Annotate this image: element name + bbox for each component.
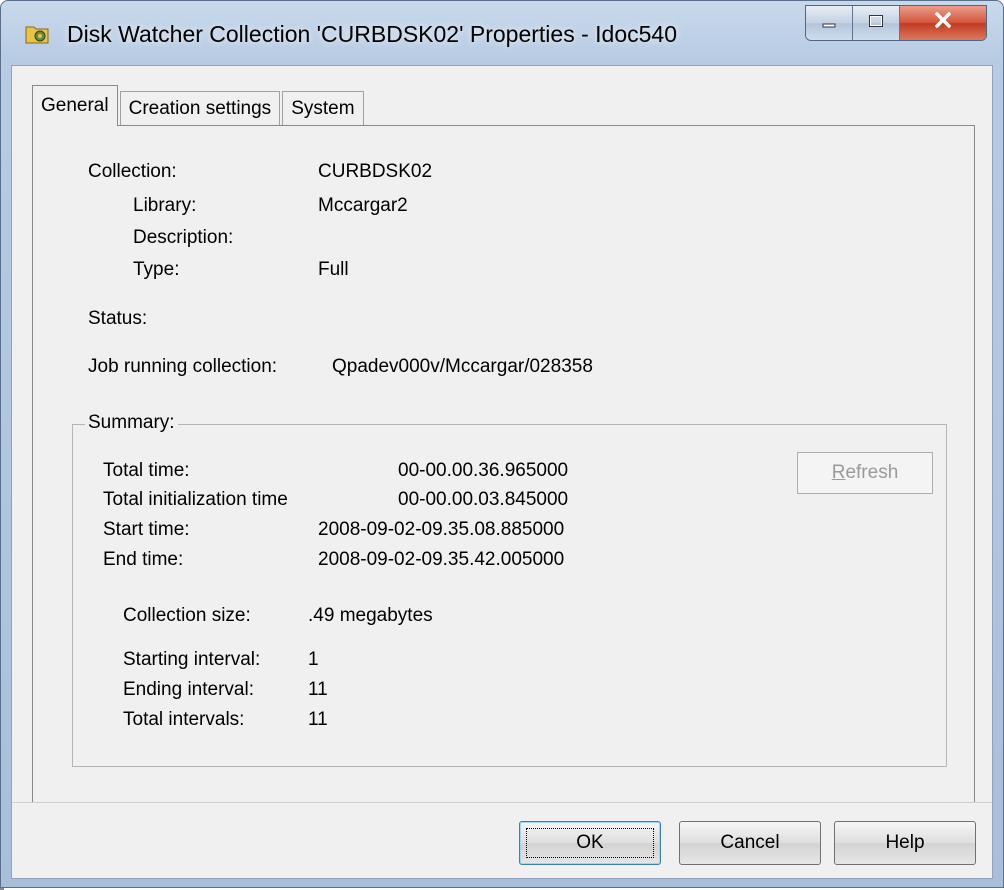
ending-interval-label: Ending interval: (123, 679, 254, 700)
start-time-value: 2008-09-02-09.35.08.885000 (318, 519, 565, 540)
tab-strip: General Creation settings System (32, 85, 366, 126)
job-running-collection-value: Qpadev000v/Mccargar/028358 (332, 356, 593, 377)
description-label: Description: (133, 227, 234, 248)
help-button[interactable]: Help (834, 821, 976, 865)
collection-size-label: Collection size: (123, 605, 251, 626)
end-time-label: End time: (103, 549, 184, 570)
minimize-button[interactable] (806, 6, 853, 40)
summary-title: Summary: (85, 412, 178, 434)
library-label: Library: (133, 195, 197, 216)
properties-dialog: Disk Watcher Collection 'CURBDSK02' Prop… (0, 0, 1004, 888)
tab-general[interactable]: General (32, 85, 118, 126)
starting-interval-label: Starting interval: (123, 649, 261, 670)
window-title: Disk Watcher Collection 'CURBDSK02' Prop… (67, 21, 677, 47)
close-icon (934, 12, 952, 34)
end-time-value: 2008-09-02-09.35.42.005000 (318, 549, 565, 570)
total-intervals-label: Total intervals: (123, 709, 245, 730)
start-time-label: Start time: (103, 519, 190, 540)
collection-value: CURBDSK02 (318, 161, 433, 182)
close-button[interactable] (900, 6, 986, 40)
summary-groupbox: Summary: Total time: 00-00.00.36.965000 … (72, 412, 947, 767)
status-label: Status: (88, 308, 148, 329)
dialog-client-area: General Creation settings System Collect… (11, 65, 993, 879)
tab-system[interactable]: System (282, 91, 364, 126)
footer-separator (12, 802, 992, 803)
library-value: Mccargar2 (318, 195, 408, 216)
ok-button[interactable]: OK (519, 821, 661, 865)
collection-label: Collection: (88, 161, 177, 182)
total-initialization-time-value: 00-00.00.03.845000 (398, 489, 569, 510)
title-bar[interactable]: Disk Watcher Collection 'CURBDSK02' Prop… (1, 1, 1003, 65)
total-time-value: 00-00.00.36.965000 (398, 460, 569, 481)
maximize-button[interactable] (853, 6, 900, 40)
minimize-icon (821, 12, 837, 34)
general-tab-panel: Collection: CURBDSK02 Library: Mccargar2… (32, 125, 975, 803)
type-label: Type: (133, 259, 180, 280)
total-initialization-time-label: Total initialization time (103, 489, 288, 510)
maximize-icon (868, 12, 884, 34)
total-intervals-value: 11 (308, 709, 328, 730)
type-value: Full (318, 259, 349, 280)
ending-interval-value: 11 (308, 679, 328, 700)
starting-interval-value: 1 (308, 649, 319, 670)
cancel-button[interactable]: Cancel (679, 821, 821, 865)
total-time-label: Total time: (103, 460, 190, 481)
collection-size-value: .49 megabytes (308, 605, 433, 626)
caption-buttons (805, 5, 987, 41)
folder-gear-icon (25, 23, 49, 45)
tab-creation-settings[interactable]: Creation settings (119, 91, 281, 126)
ok-button-label: OK (576, 832, 604, 853)
refresh-button[interactable]: Refresh (797, 452, 933, 494)
job-running-collection-label: Job running collection: (88, 356, 278, 377)
